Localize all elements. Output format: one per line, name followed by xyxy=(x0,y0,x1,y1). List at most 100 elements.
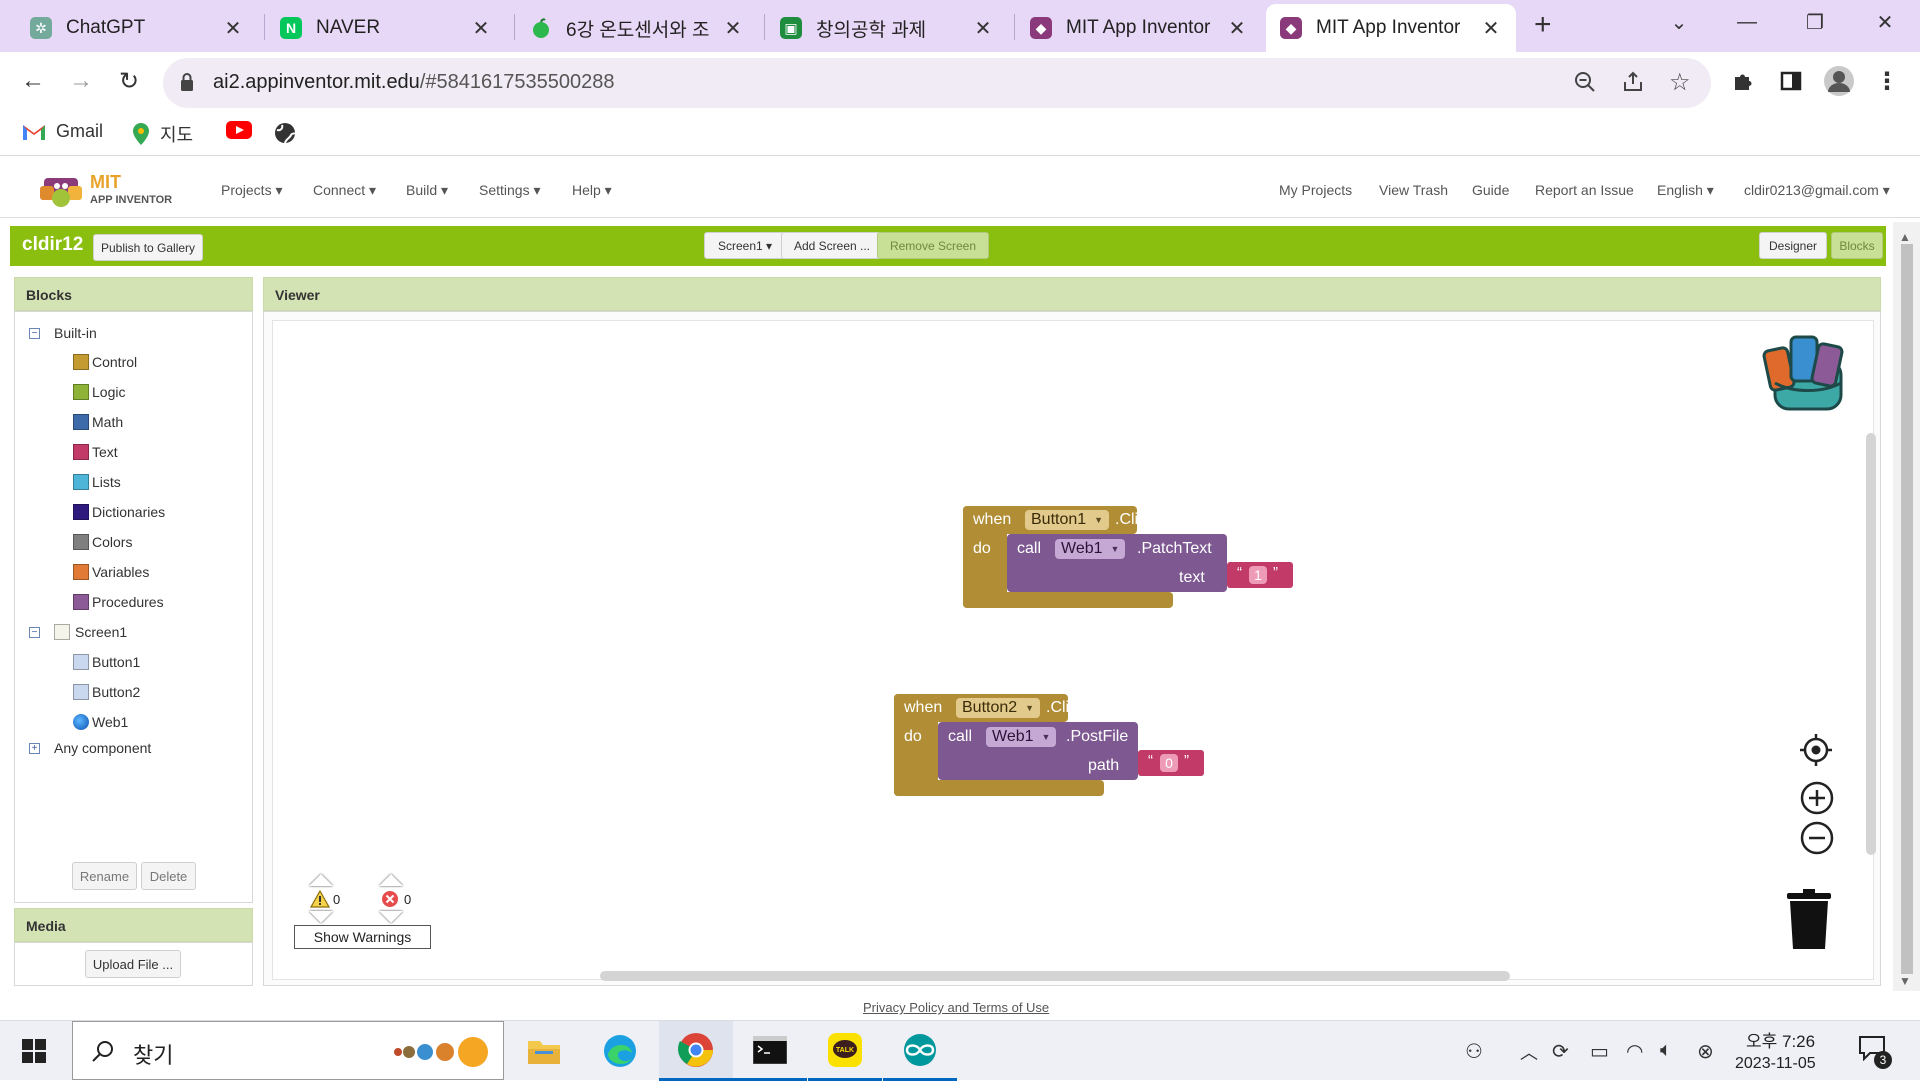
more-menu-icon[interactable]: ⋮ xyxy=(1868,62,1906,100)
publish-to-gallery-button[interactable]: Publish to Gallery xyxy=(93,234,204,261)
restore-icon[interactable]: ❐ xyxy=(1782,0,1848,44)
bookmark-star-icon[interactable]: ☆ xyxy=(1669,68,1691,97)
add-screen-button[interactable]: Add Screen ... xyxy=(781,232,883,259)
error-up-arrow-icon[interactable] xyxy=(379,874,403,886)
any-component-tree-node[interactable]: + Any component xyxy=(29,740,151,756)
trash-can-icon[interactable] xyxy=(1785,889,1833,951)
workspace-vertical-scrollbar[interactable] xyxy=(1866,433,1876,855)
palette-colors[interactable]: Colors xyxy=(73,534,132,550)
forward-arrow-icon[interactable]: → xyxy=(62,62,100,100)
text-literal-block[interactable]: “ 0 ” xyxy=(1138,750,1204,776)
privacy-policy-link[interactable]: Privacy Policy and Terms of Use xyxy=(863,1000,1049,1015)
close-window-icon[interactable]: ✕ xyxy=(1852,0,1918,44)
language-menu[interactable]: English ▾ xyxy=(1657,182,1714,199)
people-icon[interactable]: ⚇ xyxy=(1465,1039,1483,1064)
menu-help[interactable]: Help ▾ xyxy=(572,182,612,199)
call-block-patchtext[interactable]: call Web1 ▼ .PatchText text xyxy=(1007,534,1237,592)
account-menu[interactable]: cldir0213@gmail.com ▾ xyxy=(1744,182,1890,199)
address-bar[interactable]: ai2.appinventor.mit.edu/#584161753550028… xyxy=(163,58,1711,108)
side-panel-icon[interactable] xyxy=(1772,62,1810,100)
browser-tab-assignment[interactable]: ▣ 창의공학 과제 ✕ xyxy=(766,4,1008,52)
edge-app[interactable] xyxy=(583,1021,657,1081)
arduino-app[interactable] xyxy=(883,1021,957,1081)
delete-button[interactable]: Delete xyxy=(141,862,196,890)
rename-button[interactable]: Rename xyxy=(72,862,137,890)
browser-tab-chatgpt[interactable]: ✲ ChatGPT ✕ xyxy=(16,4,258,52)
notification-center[interactable]: 3 xyxy=(1858,1035,1894,1071)
wifi-icon[interactable]: ◠ xyxy=(1626,1039,1643,1064)
component-button1[interactable]: Button1 xyxy=(73,654,140,670)
blocks-workspace[interactable]: when Button1 ▼ .Click do call Web1 ▼ .Patc… xyxy=(272,320,1876,981)
menu-connect[interactable]: Connect ▾ xyxy=(313,182,376,199)
text-literal-value[interactable]: 1 xyxy=(1249,566,1267,584)
minimize-icon[interactable]: — xyxy=(1714,0,1780,44)
link-view-trash[interactable]: View Trash xyxy=(1379,182,1448,198)
collapse-icon[interactable]: − xyxy=(29,626,40,638)
screen-select-dropdown[interactable]: Screen1 ▾ xyxy=(704,232,786,259)
menu-settings[interactable]: Settings ▾ xyxy=(479,182,541,199)
palette-text[interactable]: Text xyxy=(73,444,118,460)
upload-file-button[interactable]: Upload File ... xyxy=(85,950,181,978)
event-block-button1-click[interactable]: when Button1 ▼ .Click do call Web1 ▼ .Patc… xyxy=(963,506,1293,616)
clock-time[interactable]: 오후 7:26 xyxy=(1746,1027,1815,1052)
component-dropdown-web1[interactable]: Web1 ▼ xyxy=(1055,539,1126,559)
zoom-in-icon[interactable] xyxy=(1800,781,1834,815)
recenter-target-icon[interactable] xyxy=(1798,732,1834,768)
text-literal-block[interactable]: “ 1 ” xyxy=(1227,562,1293,588)
tab-search-chevron-icon[interactable]: ⌄ xyxy=(1646,0,1712,44)
warning-up-arrow-icon[interactable] xyxy=(309,874,333,886)
browser-tab-naver[interactable]: N NAVER ✕ xyxy=(266,4,506,52)
palette-variables[interactable]: Variables xyxy=(73,564,149,580)
link-my-projects[interactable]: My Projects xyxy=(1279,182,1352,198)
close-tab-icon[interactable]: ✕ xyxy=(972,16,994,41)
no-network-icon[interactable]: ⊗ xyxy=(1697,1039,1714,1064)
remove-screen-button[interactable]: Remove Screen xyxy=(877,232,989,259)
backpack-icon[interactable] xyxy=(1753,331,1863,415)
component-dropdown-web1[interactable]: Web1 ▼ xyxy=(986,727,1057,747)
extensions-puzzle-icon[interactable] xyxy=(1724,62,1762,100)
palette-control[interactable]: Control xyxy=(73,354,137,370)
close-tab-icon[interactable]: ✕ xyxy=(722,16,744,41)
text-literal-value[interactable]: 0 xyxy=(1160,754,1178,772)
workspace-horizontal-scrollbar[interactable] xyxy=(600,971,1510,981)
taskbar-search-box[interactable]: 찾기 xyxy=(72,1021,504,1080)
kakaotalk-app[interactable]: TALK xyxy=(808,1021,882,1081)
menu-build[interactable]: Build ▾ xyxy=(406,182,448,199)
close-tab-icon[interactable]: ✕ xyxy=(1226,16,1248,41)
builtin-tree-node[interactable]: − Built-in xyxy=(29,325,97,341)
component-dropdown-button1[interactable]: Button1 ▼ xyxy=(1025,510,1110,530)
show-warnings-button[interactable]: Show Warnings xyxy=(294,925,431,949)
reload-icon[interactable]: ↻ xyxy=(110,62,148,100)
show-hidden-icons-chevron[interactable]: ︿ xyxy=(1520,1039,1538,1065)
event-block-button2-click[interactable]: when Button2 ▼ .Click do call Web1 ▼ .Post… xyxy=(894,694,1204,804)
bookmark-globe[interactable] xyxy=(273,121,297,145)
back-arrow-icon[interactable]: ← xyxy=(14,62,52,100)
palette-math[interactable]: Math xyxy=(73,414,123,430)
zoom-out-magnifier-icon[interactable] xyxy=(1573,70,1597,100)
palette-procedures[interactable]: Procedures xyxy=(73,594,164,610)
component-web1[interactable]: Web1 xyxy=(73,714,128,730)
component-button2[interactable]: Button2 xyxy=(73,684,140,700)
browser-tab-app-inventor-active[interactable]: ◆ MIT App Inventor ✕ xyxy=(1266,4,1516,52)
browser-tab-temperature-sensor[interactable]: 6강 온도센서와 조 ✕ xyxy=(516,4,758,52)
error-down-arrow-icon[interactable] xyxy=(379,911,403,923)
palette-logic[interactable]: Logic xyxy=(73,384,125,400)
bookmark-maps[interactable]: 지도 xyxy=(132,121,193,147)
profile-avatar[interactable] xyxy=(1820,62,1858,100)
close-tab-icon[interactable]: ✕ xyxy=(222,16,244,41)
terminal-app[interactable] xyxy=(733,1021,807,1081)
palette-dictionaries[interactable]: Dictionaries xyxy=(73,504,165,520)
page-scrollbar-thumb[interactable] xyxy=(1901,244,1913,974)
screen1-tree-node[interactable]: − Screen1 xyxy=(29,624,127,640)
bookmark-gmail[interactable]: Gmail xyxy=(22,121,103,142)
close-tab-icon[interactable]: ✕ xyxy=(470,16,492,41)
call-block-postfile[interactable]: call Web1 ▼ .PostFile path xyxy=(938,722,1148,780)
page-scrollbar[interactable]: ▲ ▼ xyxy=(1893,222,1920,991)
new-tab-icon[interactable]: + xyxy=(1534,8,1552,42)
windows-start-icon[interactable] xyxy=(22,1039,46,1063)
zoom-out-icon[interactable] xyxy=(1800,821,1834,855)
link-guide[interactable]: Guide xyxy=(1472,182,1509,198)
chrome-app[interactable] xyxy=(659,1021,733,1081)
app-inventor-logo[interactable]: MIT APP INVENTOR xyxy=(38,168,188,212)
collapse-icon[interactable]: − xyxy=(29,327,40,339)
